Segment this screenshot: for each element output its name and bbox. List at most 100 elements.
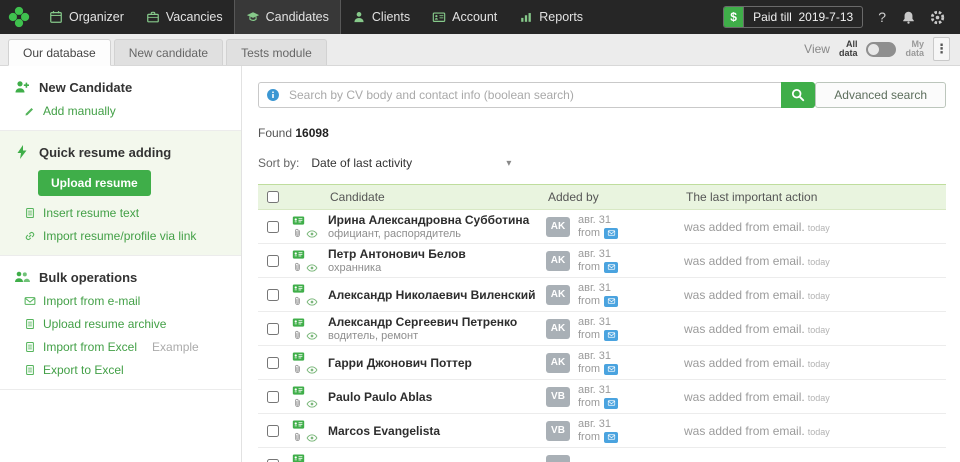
attachment-icon[interactable] <box>292 432 303 443</box>
advanced-search-button[interactable]: Advanced search <box>815 82 946 108</box>
info-icon[interactable] <box>266 88 280 102</box>
candidate-name[interactable]: Ирина Александровна Субботина <box>328 213 546 227</box>
email-source-icon[interactable] <box>604 431 618 443</box>
paid-till-badge[interactable]: $ Paid till 2019-7-13 <box>723 6 864 28</box>
account-icon <box>432 10 446 24</box>
attachment-icon[interactable] <box>292 398 303 409</box>
candidate-name[interactable]: Paulo Paulo Ablas <box>328 390 546 404</box>
candidate-name[interactable]: Александр Сергеевич Петренко <box>328 315 546 329</box>
nav-account[interactable]: Account <box>421 0 508 34</box>
attachment-icon[interactable] <box>292 262 303 273</box>
recruiter-avatar[interactable]: VB <box>546 420 570 441</box>
views-icon[interactable] <box>306 432 318 444</box>
cv-card-icon[interactable] <box>292 384 305 397</box>
settings-gear-icon[interactable] <box>929 9 946 26</box>
recruiter-avatar[interactable]: VB <box>546 386 570 407</box>
notifications-bell-icon[interactable] <box>901 10 916 25</box>
import-from-excel-link[interactable]: Import from Excel Example <box>24 340 227 354</box>
attachment-icon[interactable] <box>292 296 303 307</box>
cv-card-icon[interactable] <box>292 316 305 329</box>
row-checkbox[interactable] <box>267 424 279 437</box>
row-checkbox[interactable] <box>267 390 279 403</box>
attachment-icon[interactable] <box>292 364 303 375</box>
my-data-option[interactable]: My data <box>905 39 924 59</box>
email-source-icon[interactable] <box>604 363 618 375</box>
table-row[interactable]: Paulo Paulo Ablas VB авг. 31 from was ad… <box>258 380 946 414</box>
example-link[interactable]: Example <box>152 340 199 354</box>
add-manually-link[interactable]: Add manually <box>24 104 227 118</box>
all-data-option[interactable]: All data <box>839 39 858 59</box>
more-menu-icon[interactable]: ⋮ <box>933 37 950 61</box>
row-checkbox[interactable] <box>267 458 279 462</box>
nav-candidates[interactable]: Candidates <box>233 0 341 34</box>
view-controls: View All data My data ⋮ <box>804 37 960 65</box>
cv-card-icon[interactable] <box>292 214 305 227</box>
table-row[interactable]: Александр Николаевич Виленский AK авг. 3… <box>258 278 946 312</box>
views-icon[interactable] <box>306 398 318 410</box>
table-row[interactable]: Гарри Джонович Поттер AK авг. 31 from wa… <box>258 346 946 380</box>
nav-organizer[interactable]: Organizer <box>38 0 135 34</box>
table-row[interactable] <box>258 448 946 462</box>
row-checkbox[interactable] <box>267 220 279 233</box>
email-source-icon[interactable] <box>604 329 618 341</box>
app-logo[interactable] <box>0 6 38 28</box>
recruiter-avatar[interactable]: AK <box>546 352 570 373</box>
recruiter-avatar[interactable]: AK <box>546 216 570 237</box>
import-from-email-link[interactable]: Import from e-mail <box>24 294 227 308</box>
nav-clients[interactable]: Clients <box>341 0 421 34</box>
candidate-name[interactable]: Петр Антонович Белов <box>328 247 546 261</box>
views-icon[interactable] <box>306 364 318 376</box>
recruiter-avatar[interactable] <box>546 454 570 462</box>
recruiter-avatar[interactable]: AK <box>546 318 570 339</box>
table-row[interactable]: Ирина Александровна Субботина официант, … <box>258 210 946 244</box>
row-checkbox[interactable] <box>267 288 279 301</box>
data-scope-toggle[interactable] <box>866 41 897 57</box>
views-icon[interactable] <box>306 296 318 308</box>
search-row: Advanced search <box>258 82 946 108</box>
email-source-icon[interactable] <box>604 397 618 409</box>
candidate-name[interactable]: Гарри Джонович Поттер <box>328 356 546 370</box>
import-resume-via-link[interactable]: Import resume/profile via link <box>24 229 227 243</box>
recruiter-avatar[interactable]: AK <box>546 284 570 305</box>
attachment-icon[interactable] <box>292 330 303 341</box>
tab-tests-module[interactable]: Tests module <box>226 39 327 65</box>
cv-card-icon[interactable] <box>292 248 305 261</box>
row-checkbox[interactable] <box>267 254 279 267</box>
views-icon[interactable] <box>306 228 318 240</box>
cv-card-icon[interactable] <box>292 418 305 431</box>
document-icon <box>24 318 36 330</box>
email-source-icon[interactable] <box>604 261 618 273</box>
tab-our-database[interactable]: Our database <box>8 39 111 66</box>
upload-resume-button[interactable]: Upload resume <box>38 170 151 196</box>
search-input[interactable] <box>258 82 782 108</box>
cv-card-icon[interactable] <box>292 282 305 295</box>
candidate-position: водитель, ремонт <box>328 330 419 342</box>
email-source-icon[interactable] <box>604 227 618 239</box>
table-row[interactable]: Петр Антонович Белов охранника AK авг. 3… <box>258 244 946 278</box>
help-icon[interactable]: ? <box>876 9 888 25</box>
nav-reports[interactable]: Reports <box>508 0 594 34</box>
row-checkbox[interactable] <box>267 356 279 369</box>
export-to-excel-link[interactable]: Export to Excel <box>24 363 227 377</box>
recruiter-avatar[interactable]: AK <box>546 250 570 271</box>
upload-resume-archive-link[interactable]: Upload resume archive <box>24 317 227 331</box>
nav-vacancies[interactable]: Vacancies <box>135 0 234 34</box>
attachment-icon[interactable] <box>292 228 303 239</box>
views-icon[interactable] <box>306 330 318 342</box>
email-source-icon[interactable] <box>604 295 618 307</box>
cv-card-icon[interactable] <box>292 452 305 462</box>
views-icon[interactable] <box>306 262 318 274</box>
candidate-name[interactable]: Александр Николаевич Виленский <box>328 288 546 302</box>
insert-resume-text-link[interactable]: Insert resume text <box>24 206 227 220</box>
select-all-checkbox[interactable] <box>267 191 279 203</box>
cv-card-icon[interactable] <box>292 350 305 363</box>
table-row[interactable]: Marcos Evangelista VB авг. 31 from was a… <box>258 414 946 448</box>
candidate-name[interactable]: Marcos Evangelista <box>328 424 546 438</box>
tab-new-candidate[interactable]: New candidate <box>113 39 224 65</box>
row-checkbox[interactable] <box>267 322 279 335</box>
table-row[interactable]: Александр Сергеевич Петренко водитель, р… <box>258 312 946 346</box>
last-action-text: was added from email. <box>684 253 805 268</box>
search-button[interactable] <box>781 82 816 108</box>
sort-select[interactable]: Date of last activity ▾ <box>311 156 511 170</box>
new-candidate-title: New Candidate <box>14 79 227 95</box>
